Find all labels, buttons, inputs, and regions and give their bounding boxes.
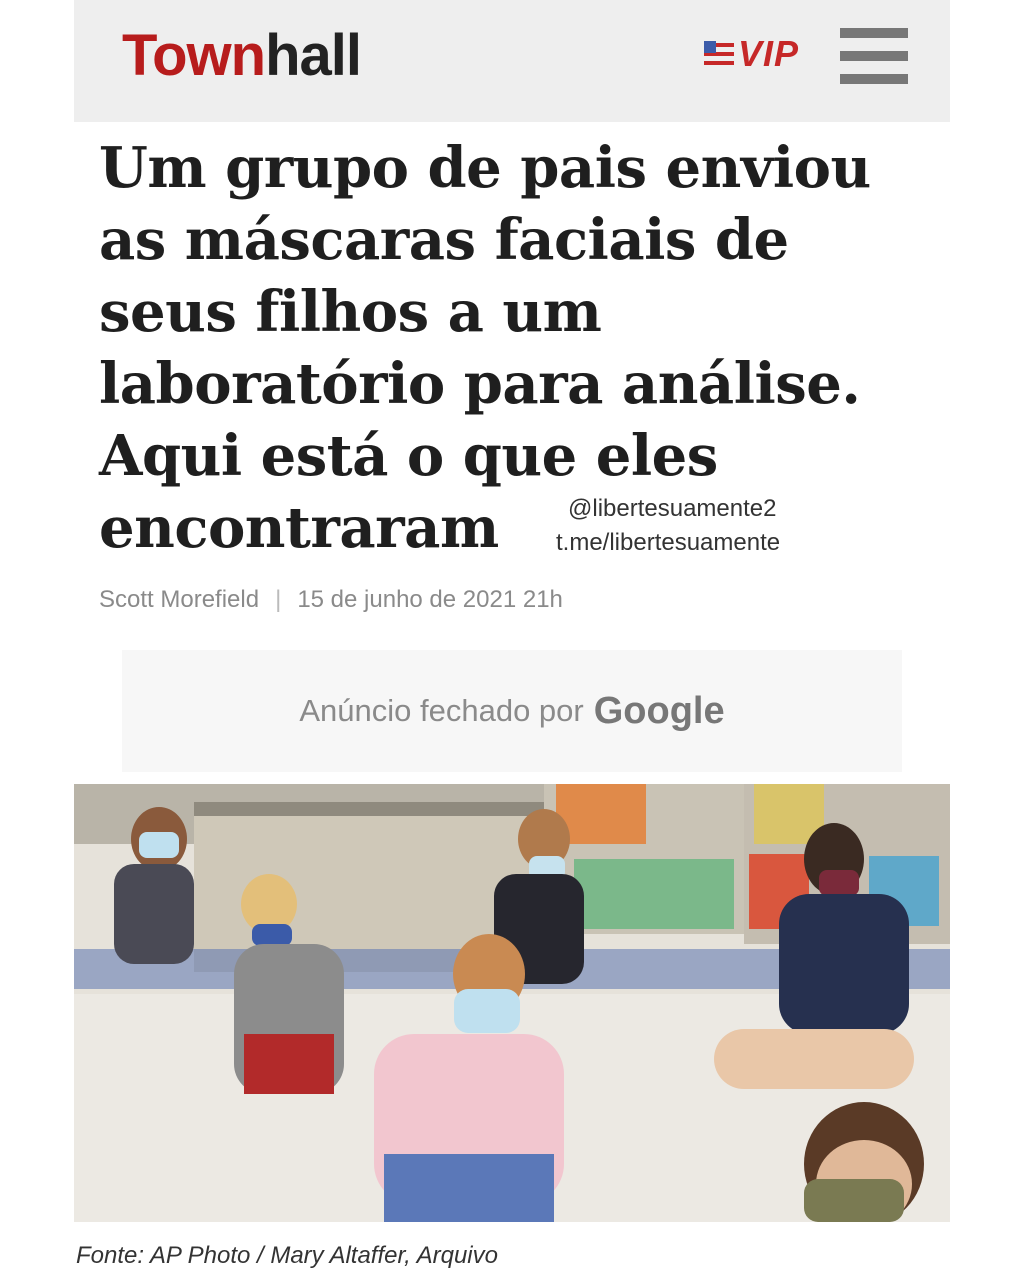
ad-closed-text: Anúncio fechado por: [299, 693, 584, 728]
author-link[interactable]: Scott Morefield: [99, 586, 259, 614]
headline-line: laboratório para análise.: [99, 351, 861, 417]
google-logo: Google: [593, 689, 725, 732]
logo-town: Town: [122, 23, 266, 88]
headline-line: as máscaras faciais de: [99, 207, 789, 273]
hamburger-menu-icon[interactable]: [840, 28, 908, 84]
watermark-link: t.me/libertesuamente: [556, 529, 781, 556]
headline-line: encontraram: [99, 495, 499, 561]
closed-ad-slot: Anúncio fechado por Google: [122, 650, 902, 772]
byline-separator: |: [275, 586, 282, 613]
site-header: Townhall VIP: [74, 0, 950, 122]
publish-date: 15 de junho de 2021 21h: [297, 586, 563, 613]
photo-caption: Fonte: AP Photo / Mary Altaffer, Arquivo: [76, 1242, 498, 1269]
vip-link[interactable]: VIP: [704, 33, 800, 74]
classroom-photo-illustration: [74, 784, 950, 1222]
watermark-handle: @libertesuamente2: [568, 495, 777, 522]
townhall-logo[interactable]: Townhall: [122, 22, 362, 90]
headline-line: Um grupo de pais enviou: [99, 135, 871, 201]
headline-line: seus filhos a um: [99, 279, 602, 345]
article-byline: Scott Morefield | 15 de junho de 2021 21…: [99, 586, 563, 614]
us-flag-icon: [704, 41, 734, 67]
headline-line: Aqui está o que eles: [99, 423, 718, 489]
vip-label: VIP: [738, 33, 800, 74]
watermark: @libertesuamente2 t.me/libertesuamente: [556, 492, 780, 560]
logo-hall: hall: [265, 23, 362, 88]
article-headline: Um grupo de pais enviou as máscaras faci…: [99, 132, 919, 564]
article-photo: [74, 784, 950, 1222]
